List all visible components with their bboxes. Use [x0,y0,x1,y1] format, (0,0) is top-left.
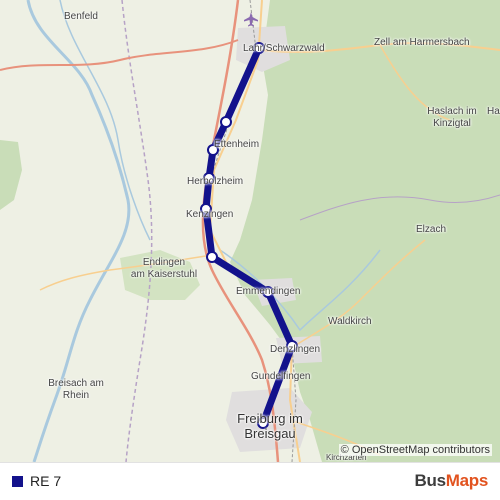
route-color-swatch [12,476,23,487]
airplane-icon [244,12,258,27]
map-view: Benfeld Lahr/Schwarzwald Zell am Harmers… [0,0,500,500]
place-label-lahr: Lahr/Schwarzwald [243,43,325,54]
place-label-elzach: Elzach [416,224,447,235]
place-label-endingen-line2: am Kaiserstuhl [130,269,198,280]
place-label-haslach-line1: Haslach im [427,106,477,117]
stop-friesenheim[interactable] [220,116,232,128]
place-label-freiburg-line2: Breisgau [244,426,296,441]
place-label-breisach: Breisach am Rhein [36,378,116,402]
place-label-ettenheim: Ettenheim [214,139,260,150]
place-label-breisach-line2: Rhein [62,390,90,401]
map-canvas[interactable]: Benfeld Lahr/Schwarzwald Zell am Harmers… [0,0,500,462]
place-label-waldkirch: Waldkirch [328,316,372,327]
place-label-kenzingen: Kenzingen [186,209,234,220]
place-label-haslach-line2: Kinzigtal [433,118,471,129]
place-label-emmendingen: Emmendingen [236,286,301,297]
place-label-endingen: Endingen am Kaiserstuhl [116,257,212,281]
place-label-herbolzheim: Herbolzheim [187,176,244,187]
legend-bar: RE 7 BusMaps [0,462,500,500]
place-label-freiburg-line1: Freiburg im [237,411,303,426]
place-label-breisach-line1: Breisach am [48,378,104,389]
route-name-label: RE 7 [30,473,62,489]
map-attribution[interactable]: © OpenStreetMap contributors [338,444,492,456]
place-label-haslach: Haslach im Kinzigtal [412,106,492,130]
place-label-endingen-line1: Endingen [142,257,186,268]
place-label-zell: Zell am Harmersbach [374,37,470,48]
place-label-denzlingen: Denzlingen [270,344,321,355]
route-line-re7 [202,44,296,427]
brand-part1: Bus [414,471,447,490]
busmaps-logo[interactable]: BusMaps [414,471,489,491]
brand-part2: Maps [445,471,489,490]
place-label-freiburg: Freiburg im Breisgau [222,411,318,441]
place-label-benfeld: Benfeld [64,11,98,22]
place-label-gundelfingen: Gundelfingen [251,371,311,382]
